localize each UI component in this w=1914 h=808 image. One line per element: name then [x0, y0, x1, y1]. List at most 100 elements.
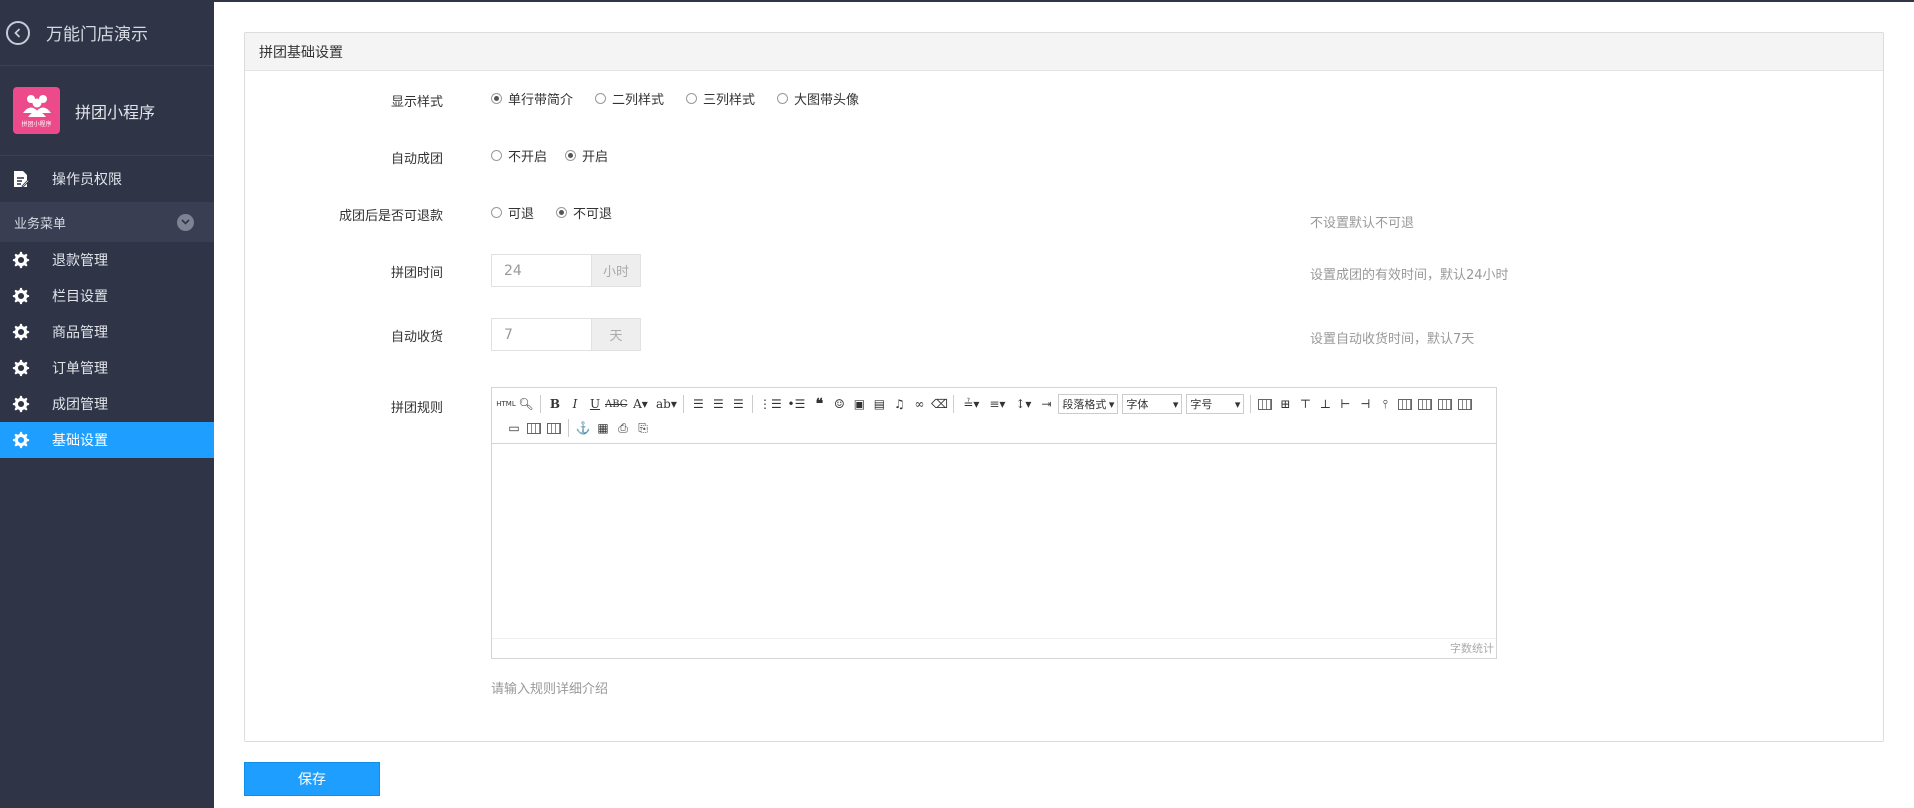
unordered-list-icon[interactable]: •☰	[783, 393, 809, 415]
radio-option[interactable]: 大图带头像	[777, 89, 859, 108]
merge-down-icon[interactable]	[1435, 393, 1455, 415]
radio-circle[interactable]	[777, 93, 789, 104]
align-right-icon[interactable]: ☰	[728, 393, 748, 415]
italic-icon[interactable]: I	[565, 393, 585, 415]
app-logo: 拼团小程序	[13, 87, 60, 134]
bold-icon[interactable]: B	[545, 393, 565, 415]
sidebar-item-4[interactable]: 成团管理	[0, 386, 214, 422]
delete-col-icon[interactable]: ⫯	[1375, 393, 1395, 415]
html-source-button[interactable]: HTML	[496, 393, 516, 415]
merge-cells-icon[interactable]	[1395, 393, 1415, 415]
radio-circle[interactable]	[686, 93, 698, 104]
sidebar-item-3[interactable]: 订单管理	[0, 350, 214, 386]
font-color-icon[interactable]: A▾	[627, 393, 653, 415]
radio-circle[interactable]	[556, 207, 568, 218]
row-spacing-bottom-icon[interactable]: ≡▾	[984, 393, 1010, 415]
quote-icon[interactable]: ❝	[809, 393, 829, 415]
row-spacing-top-icon[interactable]: ≟▾	[958, 393, 984, 415]
underline-icon[interactable]: U	[585, 393, 605, 415]
group-label: 业务菜单	[14, 216, 67, 232]
separator	[568, 419, 569, 437]
settings-panel: 拼团基础设置 显示样式 单行带简介 二列样式 三列样式 大图带头像 自动成团 不开启 开…	[244, 32, 1884, 742]
sidebar-item-label: 退款管理	[52, 253, 108, 269]
radio-circle[interactable]	[491, 150, 502, 161]
preview-icon[interactable]: 🔍︎	[516, 393, 536, 415]
radio-option[interactable]: 可退	[491, 203, 534, 222]
template-icon[interactable]: ▦	[593, 417, 613, 439]
insert-col-icon[interactable]: ⊢	[1335, 393, 1355, 415]
panel-title: 拼团基础设置	[245, 33, 1883, 71]
refund-label: 成团后是否可退款	[338, 209, 443, 224]
radio-label: 三列样式	[703, 93, 756, 108]
align-center-icon[interactable]: ☰	[708, 393, 728, 415]
paste-icon[interactable]: ⎘	[633, 417, 653, 439]
insert-title-row-icon[interactable]: ⊤	[1295, 393, 1315, 415]
eraser-icon[interactable]: ⌫	[929, 393, 949, 415]
radio-option[interactable]: 三列样式	[686, 89, 755, 108]
ordered-list-icon[interactable]: ⋮☰	[757, 393, 783, 415]
rules-help-text: 请输入规则详细介绍	[491, 682, 609, 697]
background-color-icon[interactable]: ab▾	[653, 393, 679, 415]
radio-option[interactable]: 单行带简介	[491, 89, 573, 108]
sidebar-item-2[interactable]: 商品管理	[0, 314, 214, 350]
business-menu-group[interactable]: 业务菜单	[0, 202, 214, 242]
sidebar-header: 万能门店演示	[0, 0, 214, 66]
radio-circle[interactable]	[595, 93, 607, 104]
group-time-label: 拼团时间	[390, 266, 443, 281]
editor-content-area[interactable]	[492, 444, 1496, 638]
refund-hint: 不设置默认不可退	[1310, 216, 1415, 231]
sidebar-item-5[interactable]: 基础设置	[0, 422, 214, 458]
auto-receive-input[interactable]	[491, 318, 591, 351]
rules-label: 拼团规则	[390, 401, 443, 416]
font-size-select[interactable]: 字号 ▾	[1186, 394, 1245, 414]
split-cells-icon[interactable]	[1455, 393, 1475, 415]
separator	[683, 395, 685, 413]
group-time-hint: 设置成团的有效时间，默认24小时	[1310, 268, 1509, 283]
video-icon[interactable]: ▤	[869, 393, 889, 415]
radio-circle[interactable]	[491, 93, 502, 104]
fullscreen-icon[interactable]: ▭	[504, 417, 524, 439]
split-cols-icon[interactable]	[544, 417, 564, 439]
anchor-icon[interactable]: ⚓	[573, 417, 593, 439]
image-icon[interactable]: ▣	[849, 393, 869, 415]
insert-row-before-icon[interactable]: ⊥	[1315, 393, 1335, 415]
font-family-select[interactable]: 字体 ▾	[1122, 394, 1183, 414]
radio-label: 二列样式	[612, 93, 665, 108]
align-left-icon[interactable]: ☰	[688, 393, 708, 415]
sidebar-item-permissions[interactable]: 操作员权限	[0, 156, 214, 202]
insert-col-after-icon[interactable]: ⊣	[1355, 393, 1375, 415]
chevron-down-icon[interactable]	[177, 213, 194, 231]
split-rows-icon[interactable]	[524, 417, 544, 439]
radio-label: 不可退	[573, 207, 613, 222]
indent-icon[interactable]: ⇥	[1036, 393, 1056, 415]
gear-icon	[11, 250, 31, 270]
save-button[interactable]: 保存	[244, 762, 380, 796]
back-icon[interactable]	[6, 20, 30, 45]
radio-circle[interactable]	[491, 207, 502, 218]
link-icon[interactable]: ∞	[909, 393, 929, 415]
radio-label: 大图带头像	[794, 93, 860, 108]
app-name: 拼团小程序	[75, 102, 156, 122]
radio-option[interactable]: 开启	[565, 146, 608, 165]
store-name: 万能门店演示	[46, 25, 148, 45]
radio-circle[interactable]	[565, 150, 577, 161]
strikethrough-icon[interactable]: ABC	[605, 393, 627, 415]
radio-option[interactable]: 不开启	[491, 146, 547, 165]
sidebar-item-0[interactable]: 退款管理	[0, 242, 214, 278]
sidebar-item-1[interactable]: 栏目设置	[0, 278, 214, 314]
print-icon[interactable]: ⎙	[613, 417, 633, 439]
line-height-icon[interactable]: ↕▾	[1010, 393, 1036, 415]
insert-table-icon[interactable]	[1255, 393, 1275, 415]
app-info: 拼团小程序 拼团小程序	[0, 66, 214, 156]
paragraph-format-value: 段落格式	[1062, 398, 1107, 411]
music-icon[interactable]: ♫	[889, 393, 909, 415]
merge-right-icon[interactable]	[1415, 393, 1435, 415]
group-time-input[interactable]	[491, 254, 591, 287]
radio-option[interactable]: 二列样式	[595, 89, 664, 108]
document-edit-icon	[11, 169, 31, 189]
paragraph-format-select[interactable]: 段落格式 ▾	[1058, 394, 1119, 414]
table-properties-icon[interactable]: ⊞	[1275, 393, 1295, 415]
radio-label: 不开启	[508, 150, 548, 165]
radio-option[interactable]: 不可退	[556, 203, 612, 222]
emoji-icon[interactable]: ☺	[829, 393, 849, 415]
